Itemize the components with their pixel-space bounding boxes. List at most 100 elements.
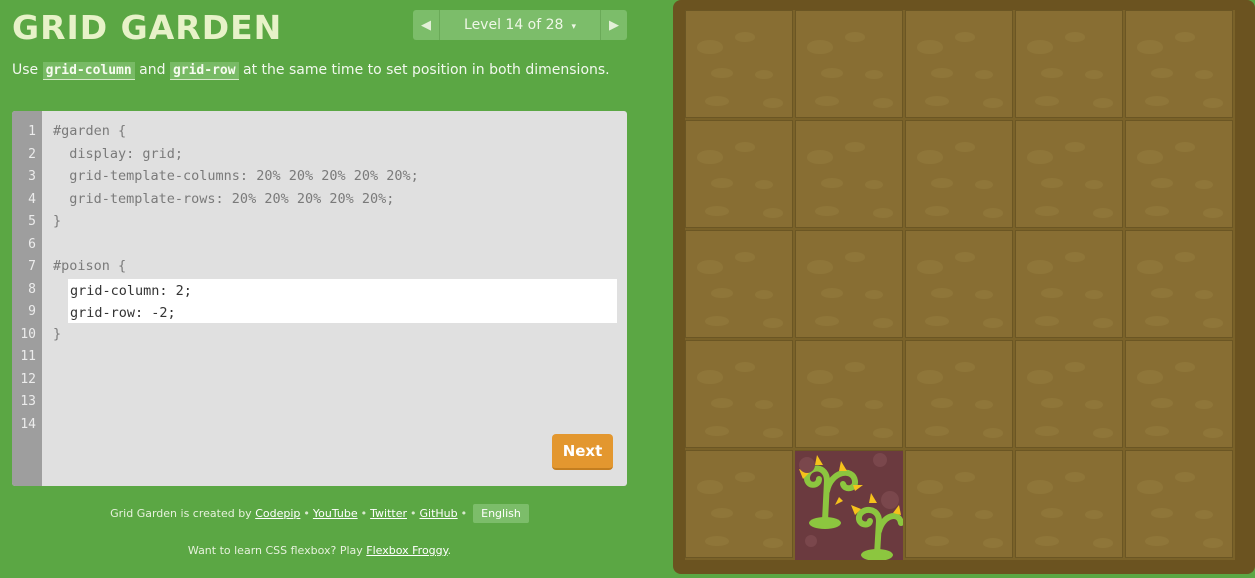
soil-bump (807, 260, 833, 274)
credits-text: Grid Garden is created by (110, 507, 252, 520)
soil-bump (1085, 180, 1103, 189)
soil-bump (1175, 142, 1195, 152)
soil-bump (1041, 398, 1063, 408)
soil-bump (955, 472, 975, 482)
soil-bump (1093, 428, 1113, 438)
soil-bump (705, 96, 729, 106)
soil-bump (1195, 290, 1213, 299)
line-number: 1 (28, 124, 36, 139)
garden-grid (685, 10, 1235, 560)
app-title: GRID GARDEN (12, 8, 283, 47)
link-codepip[interactable]: Codepip (255, 507, 300, 520)
soil-bump (1035, 536, 1059, 546)
promo-suffix: . (447, 544, 452, 557)
next-button[interactable]: Next (552, 434, 613, 470)
link-twitter[interactable]: Twitter (370, 507, 407, 520)
soil-bump (755, 290, 773, 299)
soil-bump (1203, 538, 1223, 548)
soil-bump (697, 260, 723, 274)
garden-soil-cell (905, 10, 1013, 118)
garden-soil-cell (685, 120, 793, 228)
garden-soil-cell (905, 450, 1013, 558)
line-number: 7 (28, 259, 36, 274)
link-github[interactable]: GitHub (420, 507, 458, 520)
soil-bump (1195, 510, 1213, 519)
soil-bump (925, 536, 949, 546)
line-number: 9 (28, 304, 36, 319)
instructions-middle: and (134, 62, 170, 78)
soil-bump (1145, 96, 1169, 106)
soil-bump (1085, 510, 1103, 519)
soil-bump (711, 398, 733, 408)
level-indicator[interactable]: Level 14 of 28 ▾ (440, 17, 600, 33)
line-number-gutter: 1 2 3 4 5 6 7 8 9 10 11 12 13 14 (12, 111, 42, 486)
soil-bump (1065, 142, 1085, 152)
code-line: grid-template-columns: 20% 20% 20% 20% 2… (53, 168, 419, 184)
soil-bump (1151, 68, 1173, 78)
soil-bump (1093, 538, 1113, 548)
garden-soil-cell (905, 340, 1013, 448)
soil-bump (1085, 290, 1103, 299)
soil-bump (865, 180, 883, 189)
soil-bump (931, 288, 953, 298)
soil-bump (1027, 40, 1053, 54)
soil-bump (975, 180, 993, 189)
soil-bump (821, 178, 843, 188)
soil-bump (1085, 400, 1103, 409)
soil-bump (705, 426, 729, 436)
soil-bump (925, 96, 949, 106)
soil-bump (1093, 208, 1113, 218)
soil-bump (925, 206, 949, 216)
soil-bump (697, 480, 723, 494)
garden-soil-cell (795, 230, 903, 338)
garden-soil-cell (685, 10, 793, 118)
soil-bump (1195, 180, 1213, 189)
soil-bump (1195, 70, 1213, 79)
next-level-button[interactable]: ▶ (600, 10, 627, 40)
soil-bump (807, 370, 833, 384)
garden-soil-cell (1125, 340, 1233, 448)
level-navigator: ◀ Level 14 of 28 ▾ ▶ (413, 10, 627, 40)
line-number: 6 (28, 237, 36, 252)
soil-bump (1203, 318, 1223, 328)
soil-bump (865, 70, 883, 79)
soil-bump (1195, 400, 1213, 409)
soil-bump (821, 68, 843, 78)
css-input[interactable] (68, 279, 615, 324)
soil-bump (1175, 362, 1195, 372)
code-line: #garden { (53, 123, 127, 139)
language-button[interactable]: English (473, 504, 529, 523)
soil-bump (917, 40, 943, 54)
code-editor: 1 2 3 4 5 6 7 8 9 10 11 12 13 14 #garden… (12, 111, 627, 486)
garden-soil-cell (795, 10, 903, 118)
soil-bump (975, 290, 993, 299)
soil-bump (815, 206, 839, 216)
soil-bump (975, 70, 993, 79)
previous-level-button[interactable]: ◀ (413, 10, 440, 40)
soil-bump (705, 536, 729, 546)
link-youtube[interactable]: YouTube (313, 507, 358, 520)
garden-soil-cell (1015, 450, 1123, 558)
soil-bump (873, 318, 893, 328)
promo: Want to learn CSS flexbox? Play Flexbox … (12, 544, 627, 557)
soil-bump (807, 150, 833, 164)
instructions: Use grid-column and grid-row at the same… (12, 62, 632, 80)
link-flexbox-froggy[interactable]: Flexbox Froggy (366, 544, 447, 557)
garden-soil-cell (1125, 230, 1233, 338)
soil-bump (955, 362, 975, 372)
soil-bump (697, 40, 723, 54)
garden-soil-cell (1015, 120, 1123, 228)
soil-bump (735, 472, 755, 482)
soil-bump (1137, 40, 1163, 54)
soil-bump (755, 70, 773, 79)
soil-bump (705, 316, 729, 326)
separator: • (303, 507, 310, 520)
soil-bump (735, 142, 755, 152)
code-line: } (53, 213, 62, 229)
soil-bump (975, 510, 993, 519)
soil-bump (763, 318, 783, 328)
garden-soil-cell (1015, 340, 1123, 448)
soil-bump (955, 142, 975, 152)
soil-bump (925, 426, 949, 436)
code-line: } (53, 326, 62, 342)
